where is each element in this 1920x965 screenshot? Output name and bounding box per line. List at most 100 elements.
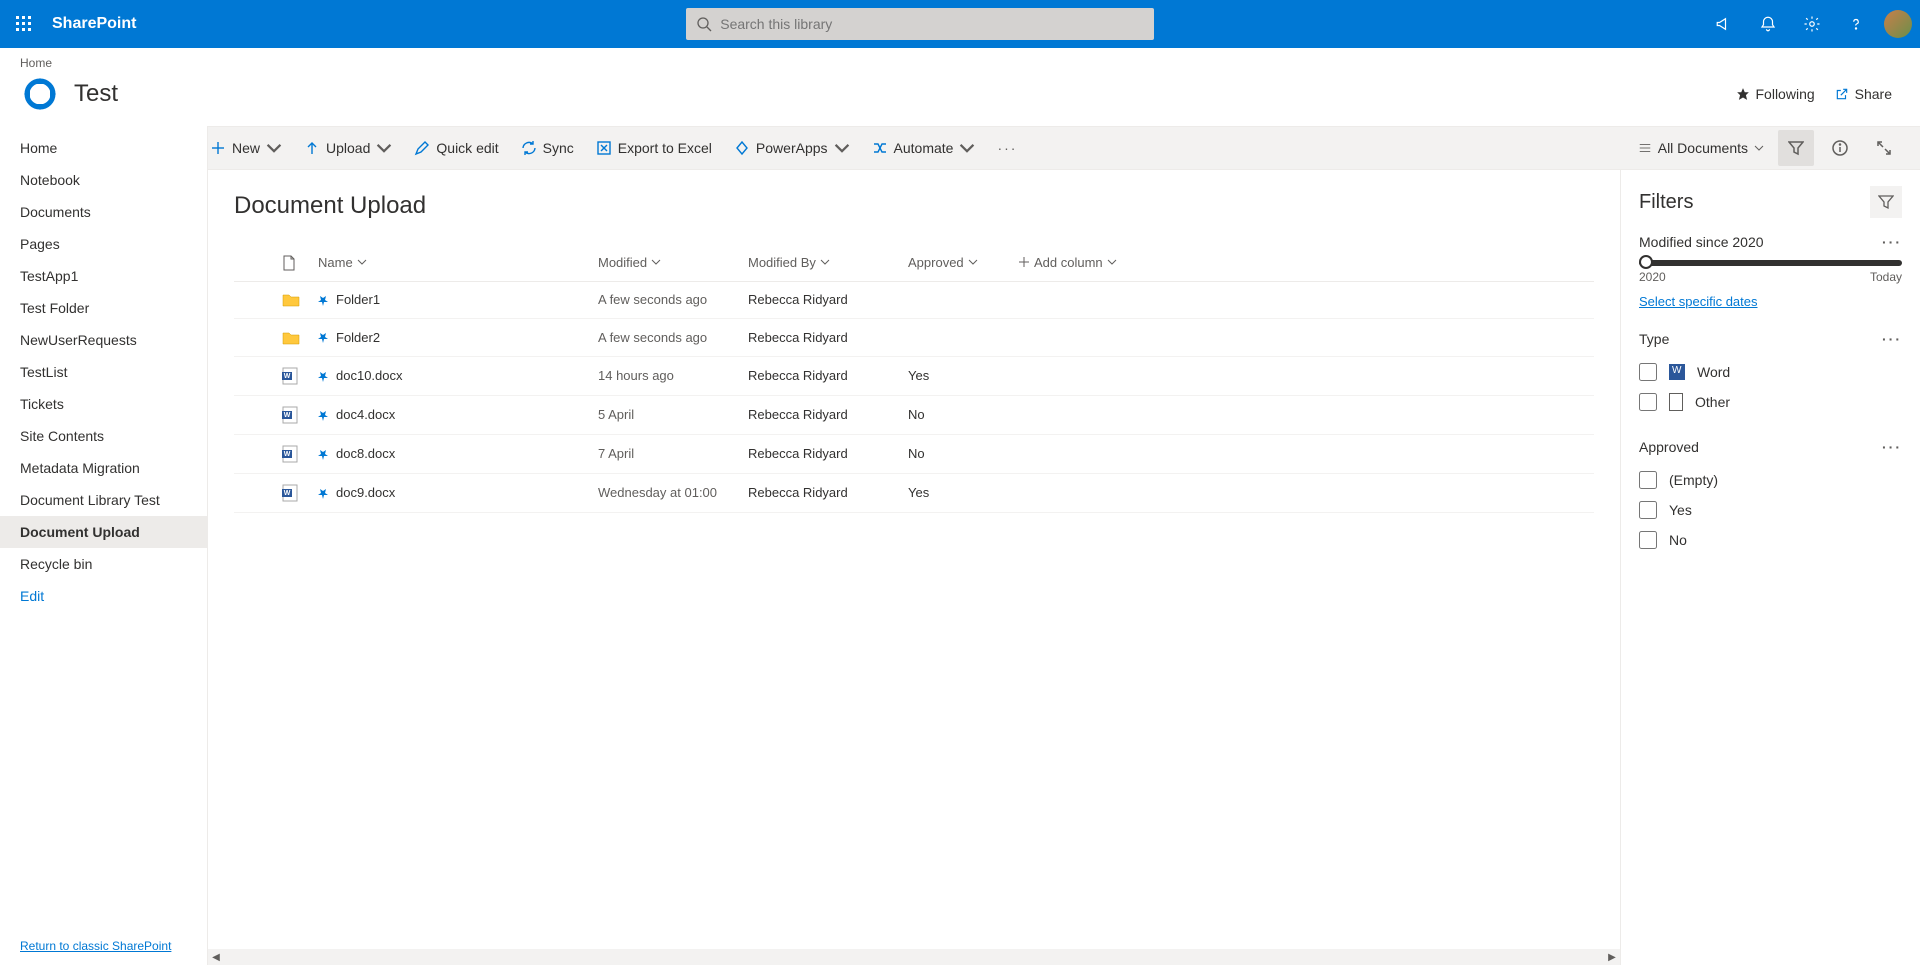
col-approved[interactable]: Approved <box>900 244 1010 281</box>
filter-type-label: Type <box>1639 331 1669 347</box>
table-row[interactable]: Folder1 A few seconds agoRebecca Ridyard <box>234 281 1594 319</box>
slider-thumb[interactable] <box>1639 255 1653 269</box>
nav-document-library-test[interactable]: Document Library Test <box>0 484 207 516</box>
filter-approved-empty-label: (Empty) <box>1669 472 1718 488</box>
filter-modified-more[interactable]: ··· <box>1882 234 1902 250</box>
filter-type-other[interactable]: Other <box>1639 387 1902 417</box>
nav-newuserrequests[interactable]: NewUserRequests <box>0 324 207 356</box>
nav-site-contents[interactable]: Site Contents <box>0 420 207 452</box>
nav-tickets[interactable]: Tickets <box>0 388 207 420</box>
add-column-label: Add column <box>1034 255 1103 270</box>
nav-testlist[interactable]: TestList <box>0 356 207 388</box>
filter-pane-toggle[interactable] <box>1778 130 1814 166</box>
return-classic-link[interactable]: Return to classic SharePoint <box>20 939 171 953</box>
new-label: New <box>232 140 260 156</box>
filter-approved-no-label: No <box>1669 532 1687 548</box>
more-commands-button[interactable]: ··· <box>997 140 1017 156</box>
cell-modified-by[interactable]: Rebecca Ridyard <box>740 356 900 395</box>
cell-approved <box>900 319 1010 357</box>
quick-edit-button[interactable]: Quick edit <box>414 140 498 156</box>
cell-modified-by[interactable]: Rebecca Ridyard <box>740 319 900 357</box>
table-row[interactable]: Wdoc4.docx5 AprilRebecca RidyardNo <box>234 395 1594 434</box>
cell-modified-by[interactable]: Rebecca Ridyard <box>740 395 900 434</box>
help-icon[interactable] <box>1836 0 1876 48</box>
nav-recycle-bin[interactable]: Recycle bin <box>0 548 207 580</box>
file-name[interactable]: Folder1 <box>336 292 380 307</box>
automate-button[interactable]: Automate <box>872 140 976 156</box>
filter-approved-empty-checkbox[interactable] <box>1639 471 1657 489</box>
nav-pages[interactable]: Pages <box>0 228 207 260</box>
cell-modified-by[interactable]: Rebecca Ridyard <box>740 473 900 512</box>
expand-button[interactable] <box>1866 130 1902 166</box>
filter-type-more[interactable]: ··· <box>1882 331 1902 347</box>
powerapps-button[interactable]: PowerApps <box>734 140 850 156</box>
cell-modified-by[interactable]: Rebecca Ridyard <box>740 434 900 473</box>
table-row[interactable]: Wdoc9.docxWednesday at 01:00Rebecca Ridy… <box>234 473 1594 512</box>
export-label: Export to Excel <box>618 140 712 156</box>
cell-modified: 5 April <box>590 395 740 434</box>
notifications-icon[interactable] <box>1748 0 1788 48</box>
file-name[interactable]: doc10.docx <box>336 368 403 383</box>
upload-button[interactable]: Upload <box>304 140 392 156</box>
share-button[interactable]: Share <box>1835 86 1892 102</box>
nav-documents[interactable]: Documents <box>0 196 207 228</box>
view-selector[interactable]: All Documents <box>1632 140 1770 156</box>
following-button[interactable]: Following <box>1736 86 1815 102</box>
filter-approved-more[interactable]: ··· <box>1882 439 1902 455</box>
site-title[interactable]: Test <box>74 80 118 108</box>
file-name[interactable]: doc9.docx <box>336 485 395 500</box>
chevron-down-icon <box>376 140 392 156</box>
search-box[interactable] <box>686 8 1154 40</box>
filter-approved-yes-checkbox[interactable] <box>1639 501 1657 519</box>
file-name[interactable]: doc8.docx <box>336 446 395 461</box>
col-name[interactable]: Name <box>310 244 590 281</box>
avatar[interactable] <box>1884 10 1912 38</box>
col-type[interactable] <box>274 244 310 281</box>
filters-pin-button[interactable] <box>1870 186 1902 218</box>
nav-testapp1[interactable]: TestApp1 <box>0 260 207 292</box>
filter-type-other-checkbox[interactable] <box>1639 393 1657 411</box>
horizontal-scrollbar[interactable]: ◀ ▶ <box>208 949 1620 965</box>
nav-home[interactable]: Home <box>0 132 207 164</box>
col-modified-by[interactable]: Modified By <box>740 244 900 281</box>
word-icon <box>1669 364 1685 380</box>
list-icon <box>1638 141 1652 155</box>
cell-modified-by[interactable]: Rebecca Ridyard <box>740 281 900 319</box>
filter-approved-empty[interactable]: (Empty) <box>1639 465 1902 495</box>
scroll-right-button[interactable]: ▶ <box>1604 952 1620 963</box>
table-row[interactable]: Folder2A few seconds agoRebecca Ridyard <box>234 319 1594 357</box>
search-input[interactable] <box>720 16 1144 32</box>
nav-test-folder[interactable]: Test Folder <box>0 292 207 324</box>
new-button[interactable]: New <box>210 140 282 156</box>
generic-file-icon <box>1669 393 1683 411</box>
settings-icon[interactable] <box>1792 0 1832 48</box>
file-name[interactable]: Folder2 <box>336 330 380 345</box>
table-row[interactable]: Wdoc8.docx7 AprilRebecca RidyardNo <box>234 434 1594 473</box>
nav-document-upload[interactable]: Document Upload <box>0 516 207 548</box>
scroll-left-button[interactable]: ◀ <box>208 952 224 963</box>
col-modified[interactable]: Modified <box>590 244 740 281</box>
filter-type-word[interactable]: Word <box>1639 357 1902 387</box>
modified-slider[interactable] <box>1639 260 1902 266</box>
col-select[interactable] <box>234 244 274 281</box>
filter-approved-no[interactable]: No <box>1639 525 1902 555</box>
app-launcher-button[interactable] <box>0 0 48 48</box>
filter-approved-no-checkbox[interactable] <box>1639 531 1657 549</box>
filter-approved-yes[interactable]: Yes <box>1639 495 1902 525</box>
nav-metadata-migration[interactable]: Metadata Migration <box>0 452 207 484</box>
table-row[interactable]: Wdoc10.docx14 hours agoRebecca RidyardYe… <box>234 356 1594 395</box>
sync-button[interactable]: Sync <box>521 140 574 156</box>
file-name[interactable]: doc4.docx <box>336 407 395 422</box>
nav-edit[interactable]: Edit <box>0 580 207 612</box>
filter-type-word-checkbox[interactable] <box>1639 363 1657 381</box>
cell-modified: A few seconds ago <box>590 281 740 319</box>
brand-label[interactable]: SharePoint <box>48 15 136 33</box>
col-add[interactable]: Add column <box>1010 244 1594 281</box>
breadcrumb[interactable]: Home <box>20 48 1900 70</box>
suite-right <box>1704 0 1920 48</box>
info-pane-toggle[interactable] <box>1822 130 1858 166</box>
nav-notebook[interactable]: Notebook <box>0 164 207 196</box>
export-excel-button[interactable]: Export to Excel <box>596 140 712 156</box>
megaphone-icon[interactable] <box>1704 0 1744 48</box>
select-specific-dates-link[interactable]: Select specific dates <box>1639 294 1758 309</box>
